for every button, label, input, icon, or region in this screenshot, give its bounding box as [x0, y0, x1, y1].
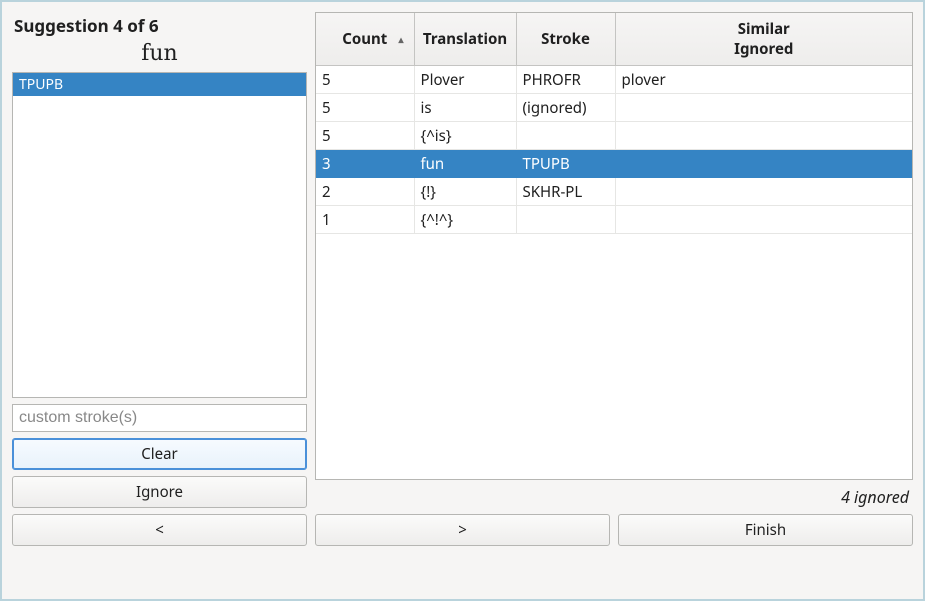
table-row[interactable]: 5is(ignored) — [316, 94, 912, 122]
col-header-count[interactable]: Count ▴ — [316, 13, 414, 66]
cell-translation: {!} — [414, 178, 516, 206]
top-row: Suggestion 4 of 6 fun TPUPB Clear Ignore — [12, 12, 913, 508]
cell-stroke: SKHR-PL — [516, 178, 615, 206]
table-row[interactable]: 5{^is} — [316, 122, 912, 150]
table-row[interactable]: 3funTPUPB — [316, 150, 912, 178]
cell-translation: Plover — [414, 66, 516, 94]
cell-count: 1 — [316, 206, 414, 234]
table-body: 5PloverPHROFRplover5is(ignored)5{^is}3fu… — [316, 66, 912, 234]
cell-count: 5 — [316, 122, 414, 150]
col-header-similar[interactable]: Similar Ignored — [615, 13, 912, 66]
finish-button[interactable]: Finish — [618, 514, 913, 546]
table-row[interactable]: 1{^!^} — [316, 206, 912, 234]
prev-button[interactable]: < — [12, 514, 307, 546]
cell-translation: fun — [414, 150, 516, 178]
custom-stroke-wrap — [12, 404, 307, 432]
cell-similar — [615, 122, 912, 150]
cell-stroke: TPUPB — [516, 150, 615, 178]
cell-count: 5 — [316, 66, 414, 94]
stroke-list-item[interactable]: TPUPB — [13, 73, 306, 96]
col-header-similar-label: Similar Ignored — [734, 19, 793, 59]
bottom-row: < > Finish — [12, 514, 913, 546]
next-button[interactable]: > — [315, 514, 610, 546]
cell-similar — [615, 150, 912, 178]
cell-stroke: (ignored) — [516, 94, 615, 122]
right-pane: Count ▴ Translation Stroke Similar Ignor… — [315, 12, 913, 508]
cell-similar — [615, 178, 912, 206]
col-header-translation[interactable]: Translation — [414, 13, 516, 66]
custom-stroke-input[interactable] — [12, 404, 307, 432]
cell-translation: {^is} — [414, 122, 516, 150]
cell-stroke — [516, 122, 615, 150]
cell-similar — [615, 206, 912, 234]
left-pane: Suggestion 4 of 6 fun TPUPB Clear Ignore — [12, 12, 307, 508]
table-header-row: Count ▴ Translation Stroke Similar Ignor… — [316, 13, 912, 66]
table-row[interactable]: 2{!}SKHR-PL — [316, 178, 912, 206]
cell-similar — [615, 94, 912, 122]
sort-indicator-icon: ▴ — [398, 32, 403, 46]
cell-translation: {^!^} — [414, 206, 516, 234]
clear-button[interactable]: Clear — [12, 438, 307, 470]
cell-translation: is — [414, 94, 516, 122]
col-header-count-label: Count — [342, 29, 387, 49]
ignored-count-label: 4 ignored — [315, 480, 913, 508]
main-window: Suggestion 4 of 6 fun TPUPB Clear Ignore — [0, 0, 925, 601]
suggestion-word: fun — [12, 41, 307, 66]
freq-table[interactable]: Count ▴ Translation Stroke Similar Ignor… — [316, 13, 912, 234]
cell-stroke: PHROFR — [516, 66, 615, 94]
suggestion-counter: Suggestion 4 of 6 — [12, 12, 307, 37]
table-container: Count ▴ Translation Stroke Similar Ignor… — [315, 12, 913, 480]
col-header-stroke[interactable]: Stroke — [516, 13, 615, 66]
cell-count: 5 — [316, 94, 414, 122]
cell-count: 3 — [316, 150, 414, 178]
ignore-button[interactable]: Ignore — [12, 476, 307, 508]
table-row[interactable]: 5PloverPHROFRplover — [316, 66, 912, 94]
cell-stroke — [516, 206, 615, 234]
cell-similar: plover — [615, 66, 912, 94]
stroke-listbox[interactable]: TPUPB — [12, 72, 307, 398]
cell-count: 2 — [316, 178, 414, 206]
